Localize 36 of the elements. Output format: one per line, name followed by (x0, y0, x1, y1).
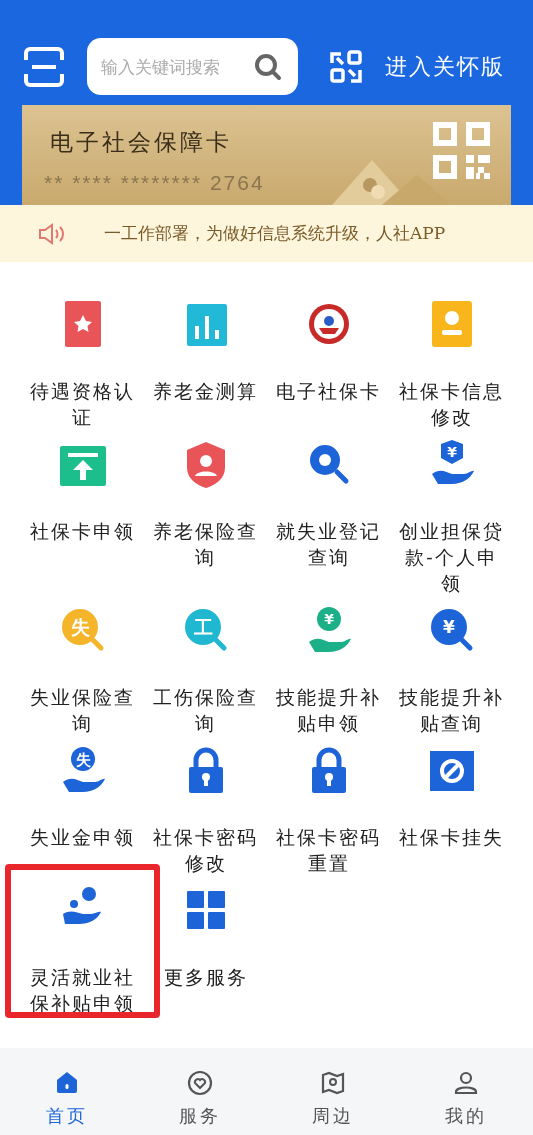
service-label[interactable]: 技能提升补贴申领 (273, 684, 384, 736)
nav-tab[interactable]: 服务 (133, 1048, 267, 1135)
service-label[interactable]: 社保卡密码修改 (150, 824, 261, 876)
social-security-card[interactable]: 电子社会保障卡 ** **** ******** 2764 (22, 105, 511, 205)
notice-bar[interactable]: 一工作部署，为做好信息系统升级，人社APP (0, 205, 533, 262)
service-label[interactable]: 养老金测算 (150, 378, 261, 404)
service-label[interactable]: 技能提升补贴查询 (396, 684, 507, 736)
nav-tab[interactable]: 首页 (0, 1048, 134, 1135)
notice-text: 一工作部署，为做好信息系统升级，人社APP (104, 221, 446, 245)
map-pin-icon (320, 1070, 347, 1096)
service-label[interactable]: 创业担保贷款-个人申领 (396, 518, 507, 596)
card-title: 电子社会保障卡 (50, 128, 232, 157)
person-icon (453, 1070, 480, 1096)
service-label[interactable]: 失业金申领 (27, 824, 138, 850)
scan-icon[interactable] (329, 49, 363, 84)
service-label[interactable]: 失业保险查询 (27, 684, 138, 736)
service-label[interactable]: 灵活就业社保补贴申领 (27, 964, 138, 1016)
search-icon[interactable] (254, 53, 282, 81)
service-label[interactable]: 社保卡挂失 (396, 824, 507, 850)
service-label[interactable]: 更多服务 (150, 964, 261, 990)
service-label[interactable]: 社保卡信息修改 (396, 378, 507, 430)
speaker-icon (38, 222, 66, 245)
service-label[interactable]: 工伤保险查询 (150, 684, 261, 736)
service-label[interactable]: 养老保险查询 (150, 518, 261, 570)
service-label[interactable]: 社保卡密码重置 (273, 824, 384, 876)
care-mode-link[interactable]: 进入关怀版 (385, 50, 505, 83)
service-label[interactable]: 电子社保卡 (273, 378, 384, 404)
service-label[interactable]: 就失业登记查询 (273, 518, 384, 570)
nav-tab[interactable]: 我的 (399, 1048, 533, 1135)
menu-icon[interactable] (22, 45, 66, 88)
service-label[interactable]: 待遇资格认证 (27, 378, 138, 430)
service-label[interactable]: 社保卡申领 (27, 518, 138, 544)
search-field[interactable]: 输入关键词搜索 (87, 38, 298, 95)
heart-circle-icon (186, 1070, 213, 1096)
nav-tab[interactable]: 周边 (266, 1048, 400, 1135)
card-number: ** **** ******** 2764 (44, 170, 265, 196)
